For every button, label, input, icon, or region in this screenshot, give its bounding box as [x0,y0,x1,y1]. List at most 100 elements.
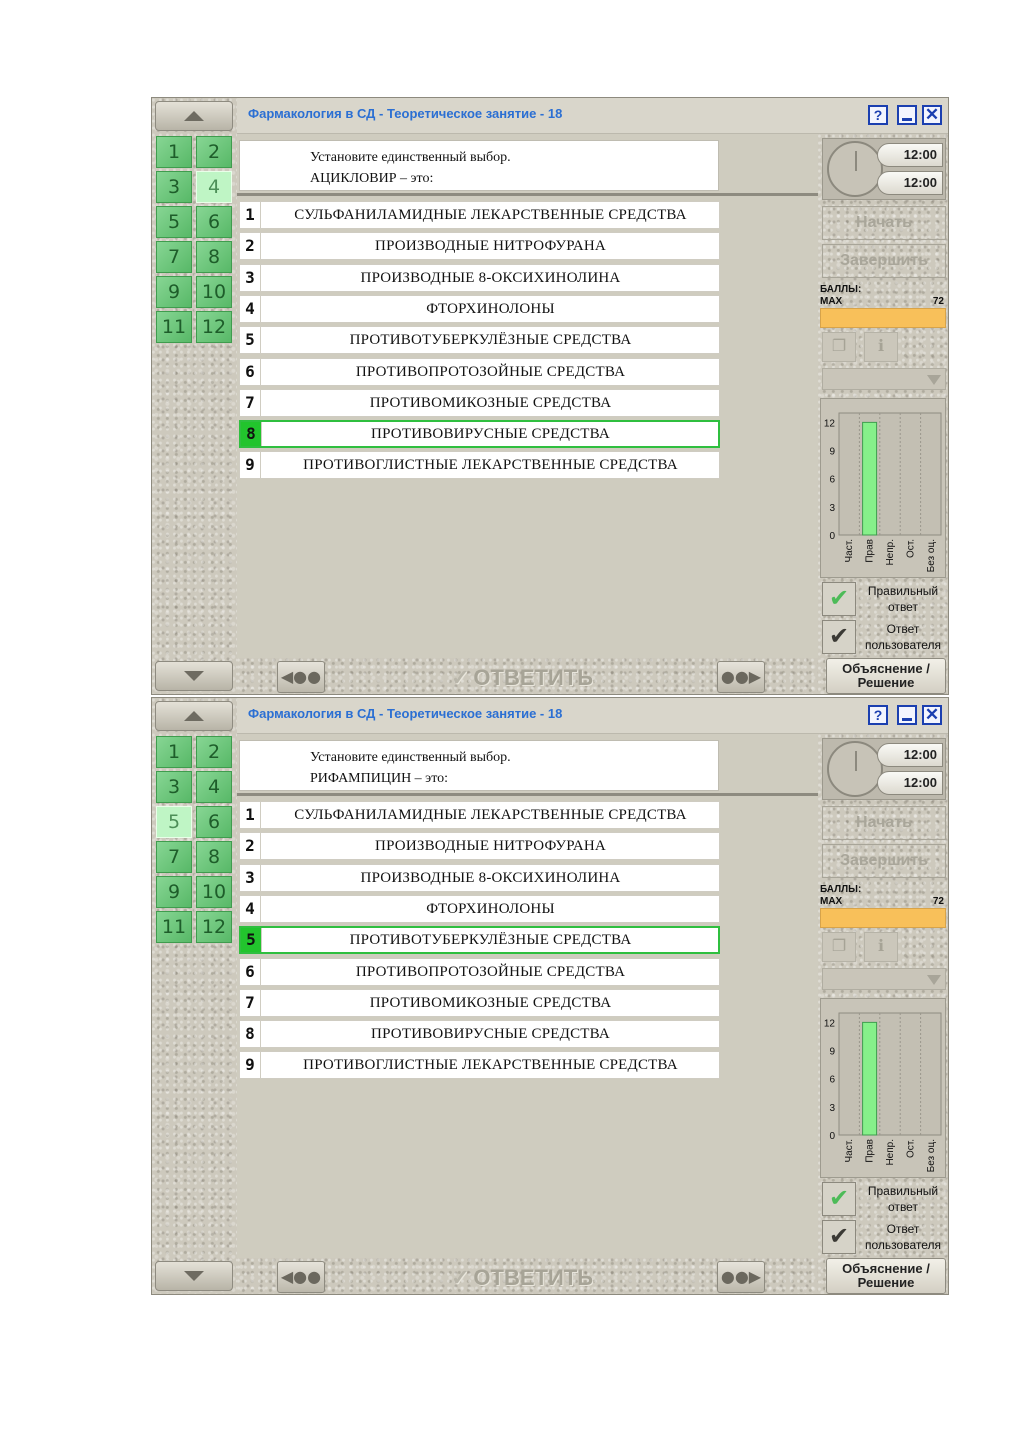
timer-panel: 12:00 12:00 [822,738,946,800]
score-label: БАЛЛЫ: [820,284,862,295]
score-bar [820,908,946,928]
answer-option-7[interactable]: 7 ПРОТИВОМИКОЗНЫЕ СРЕДСТВА [239,388,720,417]
question-box: Установите единственный выбор. РИФАМПИЦИ… [239,740,719,791]
answer-number: 6 [240,958,261,985]
finish-button[interactable]: Завершить [822,244,946,278]
time-total: 12:00 [877,771,943,795]
question-number-7[interactable]: 7 [156,841,192,873]
scroll-down-button[interactable] [155,661,233,691]
answer-option-3[interactable]: 3 ПРОИЗВОДНЫЕ 8-ОКСИХИНОЛИНА [239,263,720,292]
chevron-down-icon [927,375,941,385]
question-number-8[interactable]: 8 [196,841,232,873]
question-number-6[interactable]: 6 [196,806,232,838]
check-icon: ✓ [450,665,470,690]
copy-icon[interactable]: ❐ [822,932,856,962]
close-button[interactable]: ✕ [922,705,942,725]
question-box: Установите единственный выбор. АЦИКЛОВИР… [239,140,719,191]
question-number-6[interactable]: 6 [196,206,232,238]
answer-number: 8 [240,1021,261,1048]
next-question-button[interactable]: ●●▶ [717,1261,765,1293]
question-number-4[interactable]: 4 [196,171,232,203]
next-question-button[interactable]: ●●▶ [717,661,765,693]
answer-option-5[interactable]: 5 ПРОТИВОТУБЕРКУЛЁЗНЫЕ СРЕДСТВА [239,326,720,355]
question-number-2[interactable]: 2 [196,136,232,168]
view-select[interactable] [822,368,946,390]
answer-option-2[interactable]: 2 ПРОИЗВОДНЫЕ НИТРОФУРАНА [239,232,720,261]
close-button[interactable]: ✕ [922,105,942,125]
answer-label: СУЛЬФАНИЛАМИДНЫЕ ЛЕКАРСТВЕННЫЕ СРЕДСТВА [294,807,687,823]
dark-check-icon: ✔ [822,620,856,654]
explanation-button[interactable]: Объяснение / Решение [826,1258,946,1294]
start-button[interactable]: Начать [822,206,946,240]
info-icon[interactable]: ℹ [864,332,898,362]
answer-button[interactable]: ✓ ОТВЕТИТЬ [442,663,602,693]
answer-option-9[interactable]: 9 ПРОТИВОГЛИСТНЫЕ ЛЕКАРСТВЕННЫЕ СРЕДСТВА [239,451,720,480]
chart-bar-2 [862,421,878,536]
question-number-4[interactable]: 4 [196,771,232,803]
question-number-12[interactable]: 12 [196,911,232,943]
previous-question-button[interactable]: ◀●● [277,1261,325,1293]
answer-option-5[interactable]: 5 ПРОТИВОТУБЕРКУЛЁЗНЫЕ СРЕДСТВА [239,926,720,955]
x-category-label: Прав [865,1139,876,1163]
answer-label: ПРОИЗВОДНЫЕ 8-ОКСИХИНОЛИНА [360,869,621,886]
answer-number: 2 [240,833,261,860]
answer-button[interactable]: ✓ ОТВЕТИТЬ [442,1263,602,1293]
answer-option-1[interactable]: 1 СУЛЬФАНИЛАМИДНЫЕ ЛЕКАРСТВЕННЫЕ СРЕДСТВА [239,801,720,829]
minimize-button[interactable] [897,105,917,125]
answer-option-4[interactable]: 4 ФТОРХИНОЛОНЫ [239,294,720,323]
finish-button[interactable]: Завершить [822,844,946,878]
minimize-icon [902,118,912,121]
answer-option-7[interactable]: 7 ПРОТИВОМИКОЗНЫЕ СРЕДСТВА [239,988,720,1017]
scroll-up-button[interactable] [155,701,233,731]
question-number-5[interactable]: 5 [156,206,192,238]
question-number-3[interactable]: 3 [156,771,192,803]
info-icon[interactable]: ℹ [864,932,898,962]
answer-option-6[interactable]: 6 ПРОТИВОПРОТОЗОЙНЫЕ СРЕДСТВА [239,957,720,986]
question-number-11[interactable]: 11 [156,311,192,343]
start-button[interactable]: Начать [822,806,946,840]
minimize-button[interactable] [897,705,917,725]
arrow-up-icon [184,111,204,121]
answer-label: ПРОИЗВОДНЫЕ 8-ОКСИХИНОЛИНА [360,269,621,286]
y-tick-label: 12 [824,418,836,429]
legend-correct-line1: Правильный [867,584,939,598]
help-button[interactable]: ? [868,705,888,725]
question-number-9[interactable]: 9 [156,876,192,908]
legend-user-answer: ✔ Ответ пользователя [820,618,946,656]
question-number-2[interactable]: 2 [196,736,232,768]
question-number-10[interactable]: 10 [196,876,232,908]
question-number-3[interactable]: 3 [156,171,192,203]
answer-option-4[interactable]: 4 ФТОРХИНОЛОНЫ [239,894,720,923]
previous-question-button[interactable]: ◀●● [277,661,325,693]
answer-option-8[interactable]: 8 ПРОТИВОВИРУСНЫЕ СРЕДСТВА [239,420,720,449]
answer-option-6[interactable]: 6 ПРОТИВОПРОТОЗОЙНЫЕ СРЕДСТВА [239,357,720,386]
control-panel: 12:00 12:00 Начать Завершить БАЛЛЫ: MAX … [818,134,948,694]
dark-check-icon: ✔ [822,1220,856,1254]
question-number-1[interactable]: 1 [156,736,192,768]
green-check-icon: ✔ [822,1182,856,1216]
question-number-7[interactable]: 7 [156,241,192,273]
question-number-5[interactable]: 5 [156,806,192,838]
question-text: АЦИКЛОВИР – это: [310,171,434,186]
question-number-11[interactable]: 11 [156,911,192,943]
answer-option-1[interactable]: 1 СУЛЬФАНИЛАМИДНЫЕ ЛЕКАРСТВЕННЫЕ СРЕДСТВА [239,201,720,229]
answer-option-3[interactable]: 3 ПРОИЗВОДНЫЕ 8-ОКСИХИНОЛИНА [239,863,720,892]
answer-option-9[interactable]: 9 ПРОТИВОГЛИСТНЫЕ ЛЕКАРСТВЕННЫЕ СРЕДСТВА [239,1051,720,1080]
question-number-12[interactable]: 12 [196,311,232,343]
copy-icon[interactable]: ❐ [822,332,856,362]
question-number-10[interactable]: 10 [196,276,232,308]
answer-number: 3 [240,264,261,291]
question-number-8[interactable]: 8 [196,241,232,273]
scroll-up-button[interactable] [155,101,233,131]
question-number-9[interactable]: 9 [156,276,192,308]
answer-option-8[interactable]: 8 ПРОТИВОВИРУСНЫЕ СРЕДСТВА [239,1020,720,1049]
help-button[interactable]: ? [868,105,888,125]
answer-option-2[interactable]: 2 ПРОИЗВОДНЫЕ НИТРОФУРАНА [239,832,720,861]
x-category-label: Непр. [885,539,896,566]
view-select[interactable] [822,968,946,990]
x-category-label: Ост. [905,1139,916,1158]
explanation-button[interactable]: Объяснение / Решение [826,658,946,694]
question-number-1[interactable]: 1 [156,136,192,168]
answer-number: 2 [240,233,261,260]
scroll-down-button[interactable] [155,1261,233,1291]
